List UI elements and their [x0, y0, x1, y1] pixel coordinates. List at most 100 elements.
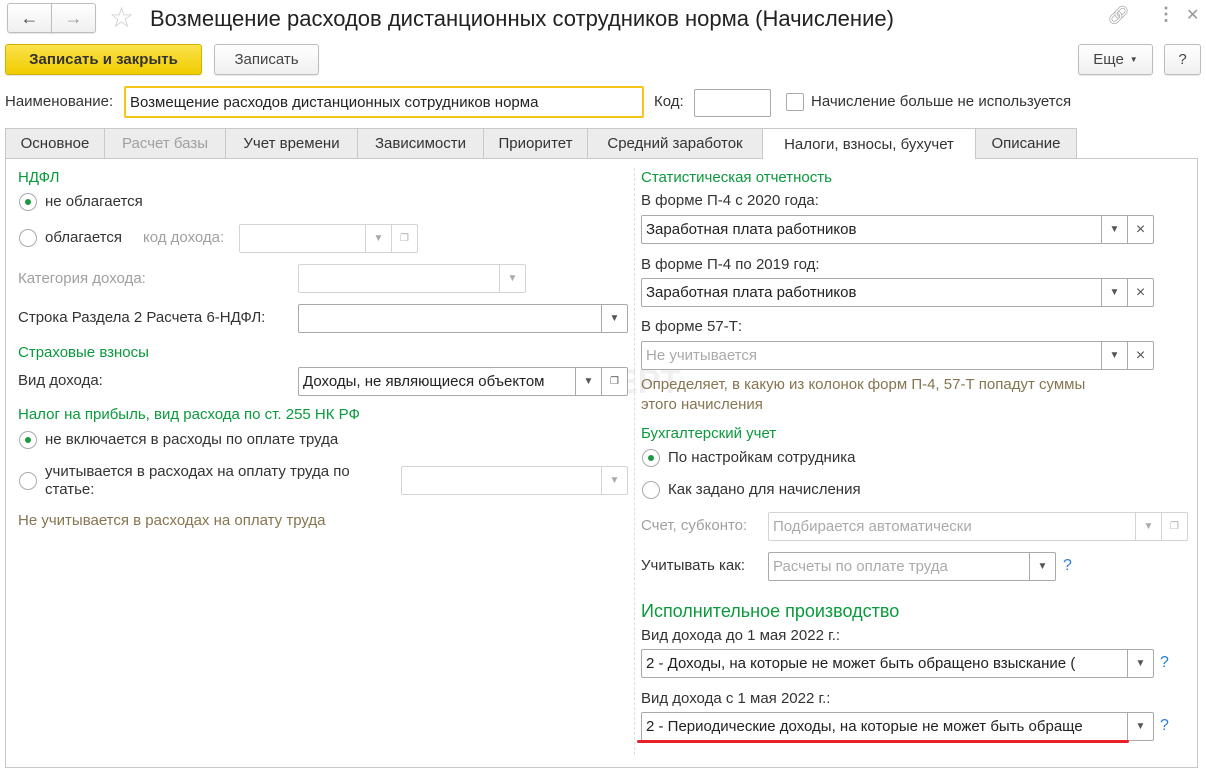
treat-as-placeholder: Расчеты по оплате труда — [773, 558, 948, 575]
profit-included-label-1: учитывается в расходах на оплату труда п… — [45, 463, 350, 480]
account-label: Счет, субконто: — [641, 517, 748, 534]
save-button[interactable]: Записать — [214, 44, 319, 75]
more-button[interactable]: Еще ▼ — [1078, 44, 1153, 75]
after-may-label: Вид дохода с 1 мая 2022 г.: — [641, 690, 831, 707]
profit-included-radio[interactable] — [19, 472, 37, 490]
dropdown-icon[interactable]: ▼ — [601, 467, 627, 494]
tab-priority[interactable]: Приоритет — [483, 128, 588, 158]
row6-input[interactable]: ▼ — [298, 304, 628, 333]
before-may-input[interactable]: 2 - Доходы, на которые не может быть обр… — [641, 649, 1154, 678]
acc-as-set-label: Как задано для начисления — [668, 481, 861, 498]
stat-title: Статистическая отчетность — [641, 169, 832, 186]
insurance-kind-value: Доходы, не являющиеся объектом — [303, 373, 545, 390]
p4-2020-label: В форме П-4 с 2020 года: — [641, 192, 819, 209]
ndfl-not-taxed-radio[interactable] — [19, 193, 37, 211]
p4-2019-label: В форме П-4 по 2019 год: — [641, 256, 820, 273]
tab-average-earnings[interactable]: Средний заработок — [587, 128, 763, 158]
tab-description[interactable]: Описание — [975, 128, 1077, 158]
name-value: Возмещение расходов дистанционных сотруд… — [130, 93, 539, 111]
tab-time[interactable]: Учет времени — [225, 128, 358, 158]
treat-as-label: Учитывать как: — [641, 557, 746, 574]
forward-button[interactable]: → — [51, 3, 96, 33]
f57-input[interactable]: Не учитывается ▼ × — [641, 341, 1154, 370]
star-icon[interactable]: ☆ — [109, 1, 134, 34]
profit-included-label-2: статье: — [45, 481, 95, 498]
profit-hint: Не учитывается в расходах на оплату труд… — [18, 512, 326, 529]
save-close-button[interactable]: Записать и закрыть — [5, 44, 202, 75]
after-may-help-icon[interactable]: ? — [1160, 717, 1169, 735]
after-may-input[interactable]: 2 - Периодические доходы, на которые не … — [641, 712, 1154, 741]
before-may-label: Вид дохода до 1 мая 2022 г.: — [641, 627, 841, 644]
name-input[interactable]: Возмещение расходов дистанционных сотруд… — [124, 86, 644, 118]
ndfl-taxed-label: облагается — [45, 229, 123, 246]
code-input[interactable] — [694, 89, 771, 117]
before-may-value: 2 - Доходы, на которые не может быть обр… — [646, 655, 1076, 672]
clear-icon[interactable]: × — [1127, 279, 1153, 306]
tab-base-calc[interactable]: Расчет базы — [104, 128, 226, 158]
unused-checkbox[interactable] — [786, 93, 804, 111]
dropdown-icon[interactable]: ▼ — [575, 368, 601, 395]
ndfl-not-taxed-label: не облагается — [45, 193, 143, 210]
profit-tax-title: Налог на прибыль, вид расхода по ст. 255… — [18, 406, 360, 423]
clear-icon[interactable]: × — [1127, 216, 1153, 243]
dropdown-icon[interactable]: ▼ — [1101, 216, 1127, 243]
dropdown-icon[interactable]: ▼ — [1029, 553, 1055, 580]
more-label: Еще — [1093, 51, 1124, 68]
insurance-title: Страховые взносы — [18, 344, 149, 361]
profit-article-input[interactable]: ▼ — [401, 466, 628, 495]
treat-as-input[interactable]: Расчеты по оплате труда ▼ — [768, 552, 1056, 581]
dropdown-icon[interactable]: ▼ — [1127, 650, 1153, 677]
income-code-input[interactable]: ▼ ❐ — [239, 224, 418, 253]
income-category-label: Категория дохода: — [18, 270, 146, 287]
p4-2019-input[interactable]: Заработная плата работников ▼ × — [641, 278, 1154, 307]
close-icon[interactable]: ✕ — [1186, 5, 1199, 25]
account-input[interactable]: Подбирается автоматически ▼ ❐ — [768, 512, 1188, 541]
before-may-help-icon[interactable]: ? — [1160, 654, 1169, 672]
dropdown-icon[interactable]: ▼ — [499, 265, 525, 292]
help-button[interactable]: ? — [1164, 44, 1201, 75]
unused-label: Начисление больше не используется — [811, 93, 1072, 110]
dropdown-icon[interactable]: ▼ — [365, 225, 391, 252]
acc-as-set-radio[interactable] — [642, 481, 660, 499]
open-icon[interactable]: ❐ — [391, 225, 417, 252]
chevron-down-icon: ▼ — [1129, 55, 1138, 64]
income-category-input[interactable]: ▼ — [298, 264, 526, 293]
window-title: Возмещение расходов дистанционных сотруд… — [150, 6, 894, 31]
dropdown-icon[interactable]: ▼ — [1101, 279, 1127, 306]
ndfl-title: НДФЛ — [18, 169, 60, 186]
p4-2020-value: Заработная плата работников — [646, 221, 857, 238]
after-may-value: 2 - Периодические доходы, на которые не … — [646, 718, 1083, 735]
accounting-title: Бухгалтерский учет — [641, 425, 777, 442]
code-label: Код: — [654, 93, 684, 110]
dropdown-icon[interactable]: ▼ — [1101, 342, 1127, 369]
acc-by-employee-label: По настройкам сотрудника — [668, 449, 856, 466]
code-value — [695, 90, 770, 116]
stat-hint-1: Определяет, в какую из колонок форм П-4,… — [641, 376, 1086, 393]
p4-2019-value: Заработная плата работников — [646, 284, 857, 301]
profit-not-included-radio[interactable] — [19, 431, 37, 449]
open-icon[interactable]: ❐ — [1161, 513, 1187, 540]
f57-label: В форме 57-Т: — [641, 318, 743, 335]
insurance-kind-input[interactable]: Доходы, не являющиеся объектом ▼ ❐ — [298, 367, 628, 396]
link-icon[interactable]: 🔗︎ — [1107, 5, 1130, 26]
tab-taxes[interactable]: Налоги, взносы, бухучет — [762, 128, 976, 159]
profit-not-included-label: не включается в расходы по оплате труда — [45, 431, 339, 448]
treat-as-help-icon[interactable]: ? — [1063, 557, 1072, 575]
row6-label: Строка Раздела 2 Расчета 6-НДФЛ: — [18, 309, 266, 326]
dropdown-icon[interactable]: ▼ — [601, 305, 627, 332]
clear-icon[interactable]: × — [1127, 342, 1153, 369]
name-label: Наименование: — [5, 93, 114, 110]
more-vertical-icon[interactable]: ⋮ — [1157, 4, 1175, 25]
tab-dependencies[interactable]: Зависимости — [357, 128, 484, 158]
dropdown-icon[interactable]: ▼ — [1127, 713, 1153, 740]
open-icon[interactable]: ❐ — [601, 368, 627, 395]
f57-placeholder: Не учитывается — [646, 347, 757, 364]
ndfl-taxed-radio[interactable] — [19, 229, 37, 247]
dropdown-icon[interactable]: ▼ — [1135, 513, 1161, 540]
insurance-kind-label: Вид дохода: — [18, 372, 103, 389]
acc-by-employee-radio[interactable] — [642, 449, 660, 467]
back-button[interactable]: ← — [7, 3, 52, 33]
tab-main[interactable]: Основное — [5, 128, 105, 158]
exec-title: Исполнительное производство — [641, 601, 900, 621]
p4-2020-input[interactable]: Заработная плата работников ▼ × — [641, 215, 1154, 244]
